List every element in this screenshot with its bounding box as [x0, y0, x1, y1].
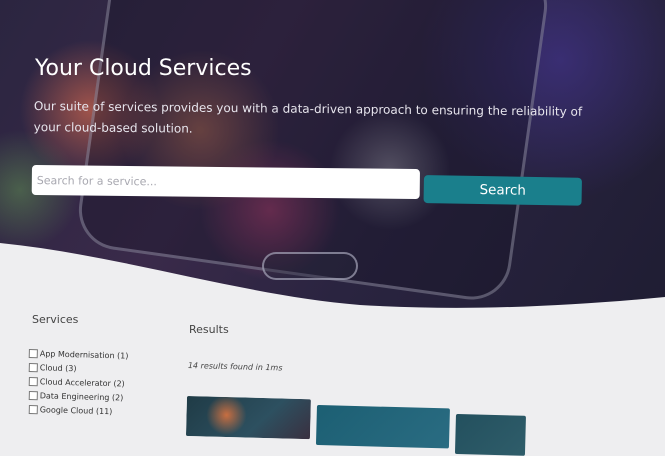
filter-checkbox[interactable] [28, 376, 38, 386]
result-card[interactable] [454, 414, 526, 456]
filter-checkbox[interactable] [28, 404, 38, 414]
filter-label: App Modernisation (1) [39, 348, 129, 361]
filter-label: Data Engineering (2) [39, 390, 124, 402]
hero-wave-divider [0, 243, 665, 310]
search-button[interactable]: Search [423, 175, 582, 206]
services-filter-heading: Services [32, 313, 79, 326]
filter-checkbox[interactable] [28, 390, 38, 400]
result-card[interactable] [315, 405, 450, 449]
hero-banner: Your Cloud Services Our suite of service… [0, 0, 665, 310]
hero-title: Your Cloud Services [35, 56, 252, 81]
filter-item-google-cloud[interactable]: Google Cloud (11) [28, 402, 129, 419]
results-count: 14 results found in 1ms [187, 361, 283, 373]
filter-label: Cloud Accelerator (2) [39, 376, 125, 389]
filter-label: Google Cloud (11) [39, 404, 113, 416]
results-heading: Results [189, 323, 229, 336]
search-input[interactable] [31, 165, 420, 200]
filter-checkbox[interactable] [28, 348, 38, 358]
result-card[interactable] [185, 396, 311, 440]
services-filter-list: App Modernisation (1) Cloud (3) Cloud Ac… [28, 346, 129, 419]
filter-checkbox[interactable] [28, 362, 38, 372]
hero-description: Our suite of services provides you with … [33, 98, 583, 136]
filter-label: Cloud (3) [39, 362, 77, 373]
